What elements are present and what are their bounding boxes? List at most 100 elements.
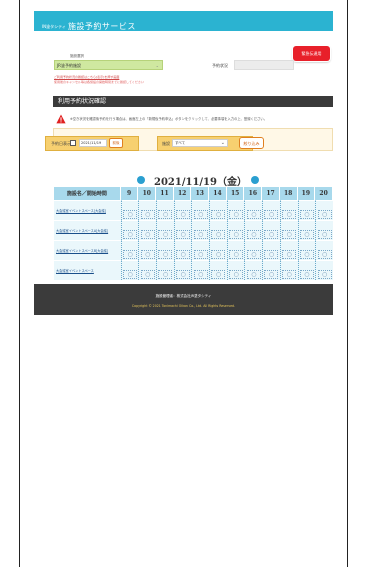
time-slot-cell: ○ — [209, 260, 227, 280]
time-slot-cell: ○ — [226, 220, 245, 240]
available-slot[interactable]: ○ — [211, 210, 226, 219]
time-slot-cell: ○ — [120, 260, 139, 280]
available-slot[interactable]: ○ — [123, 250, 138, 259]
hour-header: 16 — [244, 187, 263, 200]
section-title: 利用予約状況確認 — [53, 96, 333, 107]
time-slot-cell: ○ — [191, 220, 210, 240]
cancel-note: 使用後のキャンセル等は各施設の開始時間までに確認してください — [54, 80, 144, 84]
available-slot[interactable]: ○ — [158, 250, 173, 259]
time-slot-cell: ○ — [315, 200, 333, 220]
filter-button[interactable]: 絞り込み — [239, 137, 264, 149]
urgent-notice-button[interactable]: 緊急伝達用 — [293, 46, 330, 61]
available-slot[interactable]: ○ — [140, 230, 155, 239]
available-slot[interactable]: ○ — [193, 250, 208, 259]
available-slot[interactable]: ○ — [158, 270, 173, 279]
hour-header: 13 — [191, 187, 210, 200]
time-slot-cell: ○ — [244, 220, 263, 240]
facility-name-link[interactable]: 大会議室イベントスペース — [54, 260, 121, 280]
available-slot[interactable]: ○ — [158, 210, 173, 219]
time-slot-cell: ○ — [191, 200, 210, 220]
facility-name-link[interactable]: 大会議室イベントスペースA[大会議] — [54, 220, 121, 240]
available-slot[interactable]: ○ — [176, 270, 191, 279]
available-slot[interactable]: ○ — [211, 230, 226, 239]
grid-header-row: 施設名／開始時間 9 10 11 12 13 14 15 16 17 18 19 20 — [54, 187, 333, 200]
time-slot-cell: ○ — [156, 240, 174, 260]
time-slot-cell: ○ — [297, 200, 316, 220]
available-slot[interactable]: ○ — [158, 230, 173, 239]
footer-admin: 施設管理者：株式会社JR塗タシティ — [155, 294, 212, 298]
footer-copyright: Copyright © 2021 Tonimachi Oikan Co., Lt… — [131, 304, 236, 308]
brand[interactable]: IN塗タシティ 施設予約サービス — [42, 16, 136, 35]
available-slot[interactable]: ○ — [176, 210, 191, 219]
available-slot[interactable]: ○ — [264, 230, 279, 239]
time-slot-cell: ○ — [244, 260, 263, 280]
hour-header: 14 — [209, 187, 227, 200]
available-slot[interactable]: ○ — [299, 270, 314, 279]
available-slot[interactable]: ○ — [264, 270, 279, 279]
available-slot[interactable]: ○ — [299, 250, 314, 259]
time-slot-cell: ○ — [173, 260, 192, 280]
hour-header: 18 — [279, 187, 298, 200]
available-slot[interactable]: ○ — [299, 210, 314, 219]
available-slot[interactable]: ○ — [140, 210, 155, 219]
facility-name-link[interactable]: 大会議室イベントスペース[大会議] — [54, 200, 121, 220]
available-slot[interactable]: ○ — [123, 230, 138, 239]
time-slot-cell: ○ — [279, 240, 298, 260]
time-slot-cell: ○ — [262, 200, 280, 220]
available-slot[interactable]: ○ — [211, 250, 226, 259]
available-slot[interactable]: ○ — [176, 230, 191, 239]
available-slot[interactable]: ○ — [229, 210, 244, 219]
available-slot[interactable]: ○ — [123, 270, 138, 279]
time-slot-cell: ○ — [138, 220, 157, 240]
notice-text: ※空き状況を確認後予約を行う場合は、画面左上の「新規仮予約申込」ボタンをクリック… — [70, 117, 268, 121]
available-slot[interactable]: ○ — [246, 230, 261, 239]
category-select[interactable]: すべて ⌄ — [172, 139, 228, 147]
available-slot[interactable]: ○ — [229, 250, 244, 259]
available-slot[interactable]: ○ — [229, 230, 244, 239]
available-slot[interactable]: ○ — [246, 250, 261, 259]
available-slot[interactable]: ○ — [282, 230, 297, 239]
next-day-button[interactable] — [251, 176, 259, 184]
available-slot[interactable]: ○ — [317, 210, 332, 219]
facility-selected-value: JR塗予約施設 — [57, 63, 81, 68]
available-slot[interactable]: ○ — [317, 270, 332, 279]
date-input[interactable]: 2021/11/19 — [79, 139, 107, 147]
service-title: 施設予約サービス — [67, 22, 136, 31]
date-shift-button[interactable]: 前後 — [109, 138, 123, 148]
available-slot[interactable]: ○ — [282, 270, 297, 279]
available-slot[interactable]: ○ — [246, 210, 261, 219]
time-slot-cell: ○ — [297, 240, 316, 260]
time-slot-cell: ○ — [262, 240, 280, 260]
calendar-icon[interactable] — [70, 140, 76, 146]
chevron-down-icon: ⌄ — [155, 63, 159, 68]
time-slot-cell: ○ — [244, 200, 263, 220]
available-slot[interactable]: ○ — [299, 230, 314, 239]
available-slot[interactable]: ○ — [282, 250, 297, 259]
facility-select[interactable]: JR塗予約施設 ⌄ — [54, 60, 163, 70]
previous-day-button[interactable] — [137, 176, 145, 184]
available-slot[interactable]: ○ — [317, 230, 332, 239]
available-slot[interactable]: ○ — [229, 270, 244, 279]
status-field[interactable] — [234, 60, 294, 70]
hour-header: 9 — [120, 187, 139, 200]
status-label: 予約状況 — [212, 63, 228, 68]
time-slot-cell: ○ — [191, 240, 210, 260]
available-slot[interactable]: ○ — [193, 230, 208, 239]
available-slot[interactable]: ○ — [140, 250, 155, 259]
time-slot-cell: ○ — [173, 240, 192, 260]
available-slot[interactable]: ○ — [264, 250, 279, 259]
available-slot[interactable]: ○ — [123, 210, 138, 219]
facility-name-link[interactable]: 大会議室イベントスペースB[大会議] — [54, 240, 121, 260]
available-slot[interactable]: ○ — [193, 210, 208, 219]
time-slot-cell: ○ — [120, 240, 139, 260]
available-slot[interactable]: ○ — [264, 210, 279, 219]
available-slot[interactable]: ○ — [193, 270, 208, 279]
available-slot[interactable]: ○ — [282, 210, 297, 219]
available-slot[interactable]: ○ — [211, 270, 226, 279]
available-slot[interactable]: ○ — [246, 270, 261, 279]
info-links: ご利用予約状況の確認はこちら[表示]を押す画面 使用後のキャンセル等は各施設の開… — [54, 75, 144, 85]
time-slot-cell: ○ — [173, 220, 192, 240]
available-slot[interactable]: ○ — [317, 250, 332, 259]
available-slot[interactable]: ○ — [176, 250, 191, 259]
available-slot[interactable]: ○ — [140, 270, 155, 279]
